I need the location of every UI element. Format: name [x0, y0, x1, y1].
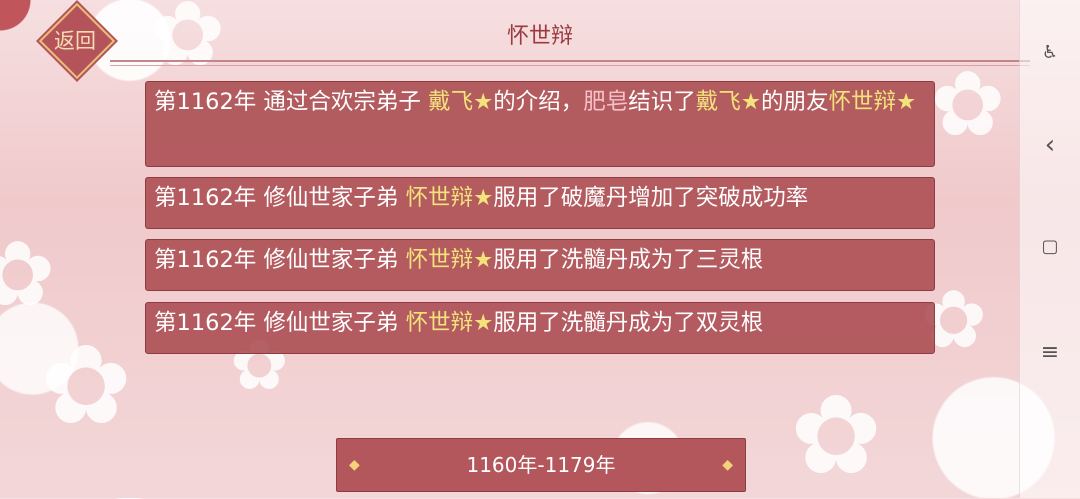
character-name: 戴飞★ [428, 89, 494, 115]
ornament-left-icon: ◆ [349, 457, 360, 473]
blossom-decoration: ✿ [40, 321, 133, 449]
year-range-label: 1160年-1179年 [466, 453, 616, 477]
back-button-label: 返回 [54, 29, 96, 53]
menu-icon[interactable]: ≡ [1020, 340, 1080, 365]
character-name: 怀世辩★ [828, 89, 917, 115]
back-nav-icon[interactable]: ‹ [1020, 130, 1080, 160]
event-log-entry: 第1162年 修仙世家子弟 怀世辩★服用了洗髓丹成为了三灵根 [145, 239, 935, 291]
entry-text: 结识了 [628, 89, 696, 115]
entry-text: 服用了洗髓丹成为了三灵根 [493, 247, 764, 273]
event-log-entry: 第1162年 修仙世家子弟 怀世辩★服用了洗髓丹成为了双灵根 [145, 302, 935, 354]
entry-text: 的介绍， [493, 89, 584, 115]
event-log-entry: 第1162年 通过合欢宗弟子 戴飞★的介绍，肥皂结识了戴飞★的朋友怀世辩★ [145, 81, 935, 167]
ornament-right-icon: ◆ [722, 457, 733, 473]
character-name: 怀世辩★ [405, 247, 494, 273]
system-navigation-bar: ♿ ‹ ▢ ≡ [1019, 0, 1080, 498]
blossom-decoration: ✿ [790, 371, 883, 499]
entry-text: 的朋友 [760, 89, 829, 115]
player-name: 肥皂 [583, 89, 629, 115]
entry-text: 第1162年 通过合欢宗弟子 [154, 89, 429, 115]
blossom-decoration: ✿ [930, 52, 1006, 157]
event-log-entry: 第1162年 修仙世家子弟 怀世辩★服用了破魔丹增加了突破成功率 [145, 177, 935, 229]
back-button[interactable]: 返回 [34, 2, 116, 80]
character-name: 怀世辩★ [405, 310, 494, 336]
entry-text: 服用了洗髓丹成为了双灵根 [493, 310, 764, 336]
entry-text: 第1162年 修仙世家子弟 [154, 185, 406, 211]
blossom-decoration: ✿ [0, 222, 56, 327]
page-title: 怀世辩 [506, 24, 573, 49]
character-name: 戴飞★ [695, 89, 761, 115]
entry-text: 第1162年 修仙世家子弟 [154, 310, 406, 336]
header-divider [110, 60, 1030, 62]
year-range-button[interactable]: ◆ 1160年-1179年 ◆ [336, 438, 746, 492]
character-name: 怀世辩★ [405, 185, 494, 211]
header-divider-secondary [110, 65, 1030, 66]
entry-text: 服用了破魔丹增加了突破成功率 [493, 185, 809, 211]
recents-icon[interactable]: ▢ [1020, 236, 1080, 257]
accessibility-icon[interactable]: ♿ [1020, 42, 1080, 63]
entry-text: 第1162年 修仙世家子弟 [154, 247, 406, 273]
